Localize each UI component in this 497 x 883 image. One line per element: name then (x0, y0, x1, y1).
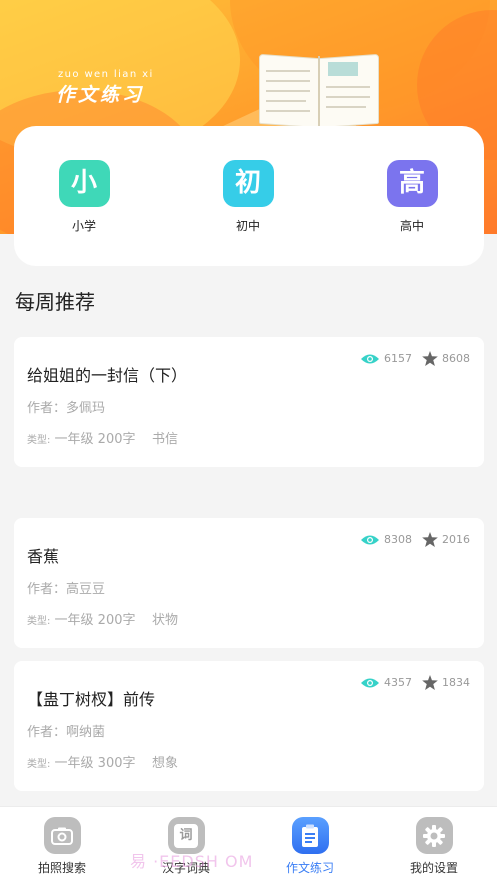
level-primary-tile: 小 (58, 160, 110, 207)
banner-pinyin: zuo wen lian xi (58, 69, 154, 80)
article-type: 类型: 一年级 200字 书信 (27, 432, 179, 447)
gear-icon (415, 817, 453, 854)
section-title: 每周推荐 (15, 290, 95, 314)
view-count: 8308 (384, 533, 412, 546)
essay-icon (291, 817, 329, 854)
star-count: 8608 (442, 352, 470, 365)
article-type: 类型: 一年级 300字 想象 (27, 756, 179, 771)
article-title: 给姐姐的一封信（下） (27, 366, 188, 385)
nav-settings[interactable]: 我的设置 (389, 817, 479, 876)
star-icon (422, 532, 438, 547)
article-stats: 4357 1834 (350, 675, 470, 690)
book-icon (258, 52, 380, 130)
article-card[interactable]: 8308 2016 香蕉 作者：高豆豆 类型: 一年级 200字 状物 (14, 518, 484, 648)
nav-photo-search[interactable]: 拍照搜索 (17, 817, 107, 876)
article-stats: 6157 8608 (350, 351, 470, 366)
article-card[interactable]: 4357 1834 【蛊丁树杈】前传 作者：啊纳菌 类型: 一年级 300字 想… (14, 661, 484, 791)
camera-icon (43, 817, 81, 854)
level-junior[interactable]: 初 初中 (218, 160, 278, 234)
article-stats: 8308 2016 (350, 532, 470, 547)
nav-label: 作文练习 (285, 861, 334, 875)
level-junior-label: 初中 (235, 219, 260, 233)
article-card[interactable]: 6157 8608 给姐姐的一封信（下） 作者：多佩玛 类型: 一年级 200字… (14, 337, 484, 467)
star-count: 1834 (442, 676, 470, 689)
eye-icon (361, 678, 379, 687)
article-title: 【蛊丁树杈】前传 (27, 690, 156, 709)
view-count: 6157 (384, 352, 412, 365)
level-senior[interactable]: 高 高中 (382, 160, 442, 234)
eye-icon (361, 535, 379, 544)
level-selector: 小 小学 初 初中 高 高中 (14, 126, 484, 266)
level-junior-tile: 初 (222, 160, 274, 207)
page-title: 作文练习 (56, 84, 145, 106)
nav-essay-practice[interactable]: 作文练习 (265, 817, 355, 876)
nav-label: 拍照搜索 (37, 861, 86, 875)
star-icon (422, 675, 438, 690)
star-icon (422, 351, 438, 366)
dictionary-glyph: 词 (174, 823, 198, 848)
level-primary-label: 小学 (71, 219, 96, 233)
level-primary[interactable]: 小 小学 (54, 160, 114, 234)
level-senior-tile: 高 (386, 160, 438, 207)
article-author: 作者：啊纳菌 (27, 725, 106, 740)
article-author: 作者：高豆豆 (27, 582, 106, 597)
view-count: 4357 (384, 676, 412, 689)
nav-label: 我的设置 (409, 861, 458, 875)
eye-icon (361, 354, 379, 363)
watermark: 易 ·EEDSH OM (130, 852, 254, 871)
article-title: 香蕉 (27, 547, 60, 566)
star-count: 2016 (442, 533, 470, 546)
article-author: 作者：多佩玛 (27, 401, 106, 416)
article-type: 类型: 一年级 200字 状物 (27, 613, 179, 628)
level-senior-label: 高中 (399, 219, 424, 233)
